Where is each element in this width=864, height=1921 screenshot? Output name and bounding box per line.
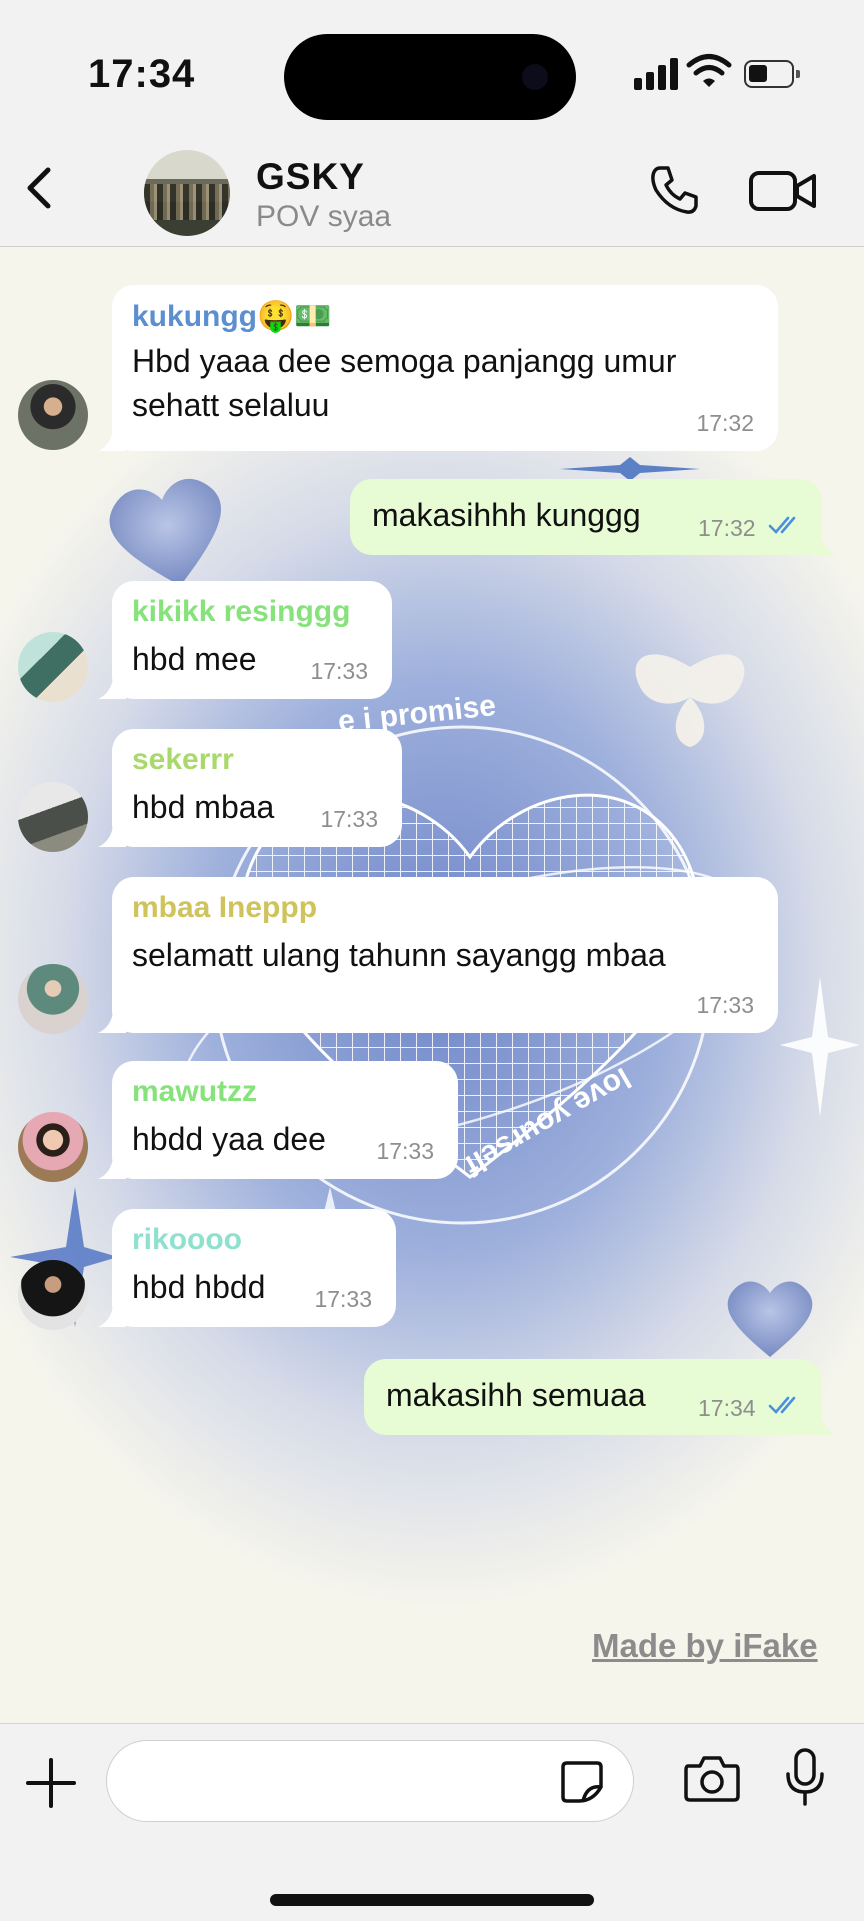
avatar-mawutzz[interactable]	[18, 1112, 88, 1182]
avatar-sekerrr[interactable]	[18, 782, 88, 852]
sticker-icon[interactable]	[559, 1759, 605, 1805]
message-text: hbdd yaa dee	[132, 1121, 326, 1157]
message-text: hbd mbaa	[132, 789, 275, 825]
chat-title[interactable]: GSKY	[256, 156, 365, 198]
message-sender[interactable]: sekerrr	[132, 743, 234, 777]
message-input-bar	[0, 1723, 864, 1921]
battery-icon	[744, 60, 800, 88]
avatar-rikoooo[interactable]	[18, 1260, 88, 1330]
message-text: hbd hbdd	[132, 1269, 266, 1305]
message-sender[interactable]: mbaa Ineppp	[132, 891, 317, 925]
cellular-signal-icon	[634, 56, 680, 90]
chat-area[interactable]: e i promise love yourself kukungg🤑💵 Hbd …	[0, 247, 864, 1723]
message-time: 17:32	[698, 515, 756, 541]
message-sender[interactable]: kukungg🤑💵	[132, 299, 332, 334]
avatar-kikikk-resinggg[interactable]	[18, 632, 88, 702]
status-time: 17:34	[88, 52, 196, 96]
wifi-icon	[686, 54, 732, 87]
message-text: sehatt selaluu	[132, 387, 330, 423]
message-text: Hbd yaaa dee semoga panjangg umur	[132, 343, 677, 379]
message-bubble-incoming[interactable]: mawutzz hbdd yaa dee 17:33	[98, 1061, 458, 1179]
read-receipt-icon	[768, 1396, 796, 1414]
camera-icon[interactable]	[682, 1750, 742, 1806]
microphone-icon[interactable]	[782, 1746, 828, 1810]
message-time: 17:32	[696, 410, 754, 436]
read-receipt-icon	[768, 516, 796, 534]
dynamic-island	[284, 34, 576, 120]
message-time: 17:33	[310, 658, 368, 684]
message-text: makasihh semuaa	[386, 1377, 646, 1413]
message-sender[interactable]: rikoooo	[132, 1223, 242, 1257]
avatar-mbaa-ineppp[interactable]	[18, 964, 88, 1034]
message-bubble-incoming[interactable]: sekerrr hbd mbaa 17:33	[98, 729, 402, 847]
message-time: 17:33	[314, 1286, 372, 1312]
message-bubble-incoming[interactable]: kikikk resinggg hbd mee 17:33	[98, 581, 392, 699]
status-bar: 17:34	[0, 0, 864, 150]
message-sender[interactable]: mawutzz	[132, 1075, 257, 1109]
message-sender[interactable]: kikikk resinggg	[132, 595, 350, 629]
message-time: 17:33	[696, 992, 754, 1018]
message-bubble-incoming[interactable]: kukungg🤑💵 Hbd yaaa dee semoga panjangg u…	[98, 285, 778, 451]
chat-subtitle[interactable]: POV syaa	[256, 200, 391, 234]
message-bubble-incoming[interactable]: mbaa Ineppp selamatt ulang tahunn sayang…	[98, 877, 778, 1033]
group-avatar[interactable]	[144, 150, 230, 236]
message-input[interactable]	[106, 1740, 634, 1822]
message-text: selamatt ulang tahunn sayangg mbaa	[132, 937, 666, 973]
video-camera-icon[interactable]	[748, 166, 818, 216]
message-time: 17:33	[320, 806, 378, 832]
message-text: makasihhh kunggg	[372, 497, 641, 533]
message-bubble-incoming[interactable]: rikoooo hbd hbdd 17:33	[98, 1209, 396, 1327]
message-text: hbd mee	[132, 641, 257, 677]
watermark: Made by iFake	[592, 1627, 818, 1664]
chat-header: GSKY POV syaa	[0, 130, 864, 247]
message-time: 17:33	[376, 1138, 434, 1164]
home-indicator[interactable]	[270, 1894, 594, 1906]
plus-icon[interactable]	[24, 1756, 78, 1810]
phone-icon[interactable]	[646, 162, 702, 218]
avatar-kukungg[interactable]	[18, 380, 88, 450]
back-chevron-icon[interactable]	[14, 158, 64, 218]
message-time: 17:34	[698, 1395, 756, 1421]
